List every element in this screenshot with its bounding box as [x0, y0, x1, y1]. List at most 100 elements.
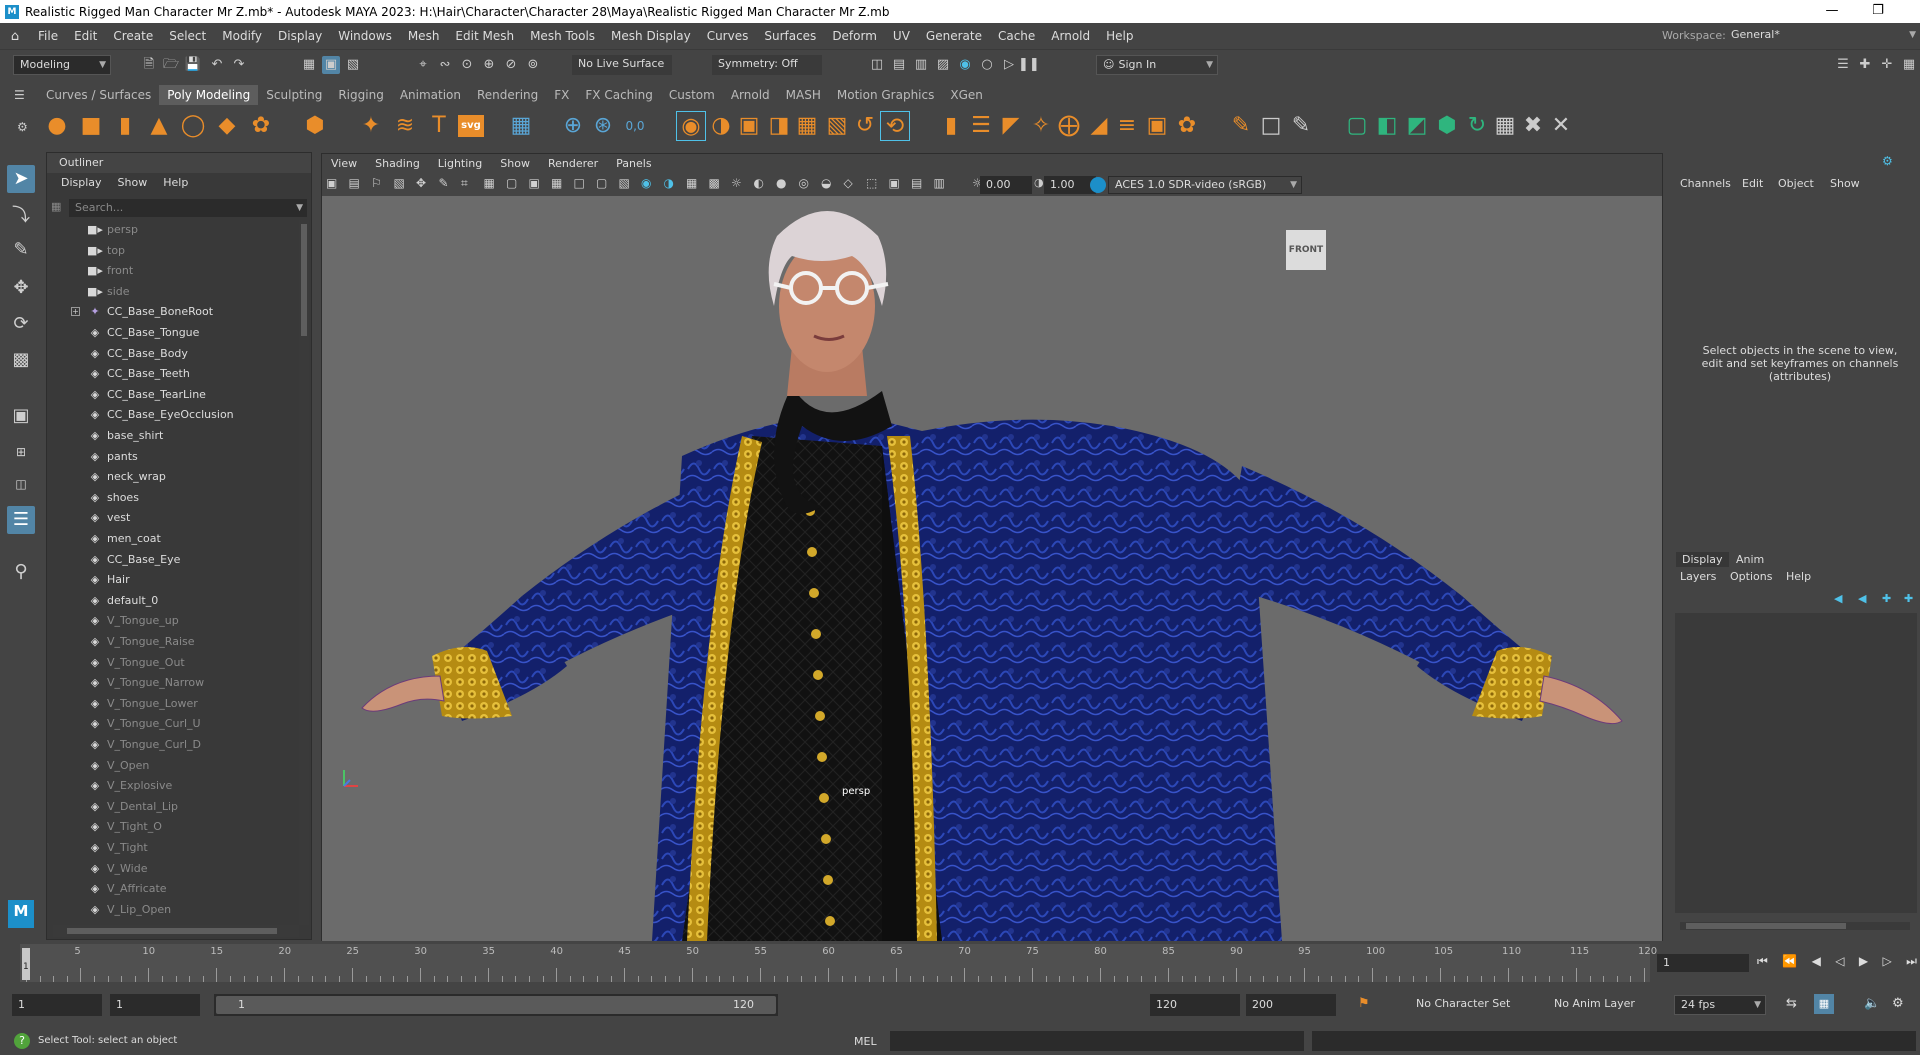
menu-mesh-display[interactable]: Mesh Display [603, 29, 699, 43]
checker-icon[interactable]: ▦ [1490, 111, 1520, 141]
animation-start-field[interactable]: 1 [12, 994, 102, 1016]
scroll-thumb[interactable] [67, 928, 277, 934]
mirror-icon[interactable]: ▦ [792, 111, 822, 141]
color-management-icon[interactable] [1090, 177, 1106, 193]
uv-snapshot-icon[interactable]: ⊛ [588, 111, 618, 141]
play-forwards-icon[interactable]: ▶ [1859, 954, 1868, 972]
smooth-shade-icon[interactable]: ◉ [641, 176, 651, 190]
attribute-editor-icon[interactable]: ✚ [1856, 56, 1874, 74]
boolean-icon[interactable]: ▧ [822, 111, 852, 141]
animation-end-field[interactable]: 200 [1246, 994, 1336, 1016]
script-language-toggle[interactable]: MEL [854, 1035, 877, 1048]
outliner-item[interactable]: ◈ V_Tongue_Out [47, 653, 299, 673]
offset-edge-loop-icon[interactable]: ▣ [1142, 111, 1172, 141]
svg-icon[interactable]: svg [458, 115, 484, 137]
menu-help[interactable]: Help [1098, 29, 1141, 43]
layer-hscrollbar[interactable] [1680, 922, 1910, 930]
poly-cylinder-icon[interactable]: ▮ [110, 111, 140, 141]
wireframe-on-shaded-icon[interactable]: ▦ [686, 176, 697, 190]
shelf-settings-icon[interactable]: ⚙ [17, 120, 28, 134]
paint-select-tool-icon[interactable]: ✎ [7, 236, 35, 264]
xray-icon[interactable]: ▣ [889, 176, 900, 190]
outliner-item[interactable]: ◈ default_0 [47, 591, 299, 611]
outliner-menu-help[interactable]: Help [155, 173, 196, 193]
lasso-tool-icon[interactable]: ⤵ [7, 202, 35, 230]
render-history-icon[interactable]: ◫ [868, 56, 886, 74]
expand-icon[interactable]: + [71, 307, 80, 317]
outliner-item[interactable]: ◈ V_Lip_Open [47, 900, 299, 920]
shelf-tab-rendering[interactable]: Rendering [469, 85, 546, 105]
outliner-item[interactable]: ■▸ top [47, 241, 299, 261]
menuset-dropdown[interactable]: Modeling ▼ [13, 55, 111, 75]
home-icon[interactable]: ⌂ [0, 29, 30, 44]
layer-menu-options[interactable]: Options [1730, 570, 1772, 583]
default-material-icon[interactable]: ◑ [664, 176, 674, 190]
harden-edge-icon[interactable]: ◧ [1372, 111, 1402, 141]
outliner-item[interactable]: + ✦ CC_Base_BoneRoot [47, 302, 299, 322]
menu-mesh-tools[interactable]: Mesh Tools [522, 29, 603, 43]
isolate-select-icon[interactable]: ⬚ [866, 176, 877, 190]
search-icon[interactable]: ⚲ [7, 558, 35, 586]
symmetry-dropdown[interactable]: Symmetry: Off [712, 55, 822, 75]
multi-cut-icon[interactable]: ◢ [1084, 111, 1114, 141]
outliner-item[interactable]: ◈ V_Tongue_Narrow [47, 673, 299, 693]
hypershade-icon[interactable]: ◉ [956, 56, 974, 74]
move-tool-icon[interactable]: ✥ [7, 274, 35, 302]
film-gate-icon[interactable]: ▦ [484, 176, 495, 190]
outliner-item[interactable]: ◈ V_Tight [47, 838, 299, 858]
two-view-layout-icon[interactable]: ◫ [7, 470, 35, 498]
minimize-button[interactable]: — [1812, 0, 1852, 23]
menu-create[interactable]: Create [105, 29, 161, 43]
poly-disc-icon[interactable]: ✿ [246, 111, 276, 141]
platonic-solid-icon[interactable]: ⬢ [300, 111, 330, 141]
scroll-thumb[interactable] [1686, 923, 1846, 929]
shelf-tab-sculpting[interactable]: Sculpting [258, 85, 330, 105]
camera-attributes-icon[interactable]: ▤ [349, 176, 360, 190]
reverse-normals-icon[interactable]: ◩ [1402, 111, 1432, 141]
conform-icon[interactable]: ⬢ [1432, 111, 1462, 141]
current-frame-field[interactable]: 1 [1657, 954, 1749, 972]
redo-icon[interactable]: ↷ [230, 56, 248, 74]
outliner-item[interactable]: ◈ V_Tongue_Curl_U [47, 714, 299, 734]
outliner-hscrollbar[interactable] [53, 925, 299, 937]
outliner-item[interactable]: ■▸ side [47, 282, 299, 302]
menu-cache[interactable]: Cache [990, 29, 1043, 43]
menu-edit[interactable]: Edit [66, 29, 105, 43]
playback-end-field[interactable]: 120 [1150, 994, 1240, 1016]
circularize-icon[interactable]: ✿ [1172, 111, 1202, 141]
ambient-occlusion-icon[interactable]: ● [776, 176, 786, 190]
modeling-toolkit-icon[interactable]: ☰ [1834, 56, 1852, 74]
snap-grid-icon[interactable]: ⌖ [414, 56, 432, 74]
four-view-layout-icon[interactable]: ⊞ [7, 438, 35, 466]
transfer-attributes-icon[interactable]: ↻ [1462, 111, 1492, 141]
new-layer-selected-icon[interactable]: ✚ [1904, 592, 1913, 605]
menu-arnold[interactable]: Arnold [1043, 29, 1098, 43]
playback-start-field[interactable]: 1 [110, 994, 200, 1016]
channel-menu-edit[interactable]: Edit [1742, 177, 1763, 190]
menu-select[interactable]: Select [161, 29, 214, 43]
render-frame-icon[interactable]: ▤ [890, 56, 908, 74]
menu-curves[interactable]: Curves [699, 29, 757, 43]
viewport-menu-shading[interactable]: Shading [366, 154, 429, 174]
outliner-item[interactable]: ◈ CC_Base_Body [47, 344, 299, 364]
workspace-dropdown[interactable]: General* ▼ [1725, 26, 1920, 46]
new-scene-icon[interactable]: 🗎 [140, 56, 158, 74]
poly-sphere-icon[interactable]: ● [42, 111, 72, 141]
outliner-item[interactable]: ◈ base_shirt [47, 426, 299, 446]
bookmark-icon[interactable]: ⚐ [371, 176, 382, 190]
scale-tool-icon[interactable]: ▩ [7, 346, 35, 374]
reduce-icon[interactable]: ↺ [850, 111, 880, 141]
viewport-menu-renderer[interactable]: Renderer [539, 154, 607, 174]
step-back-frame-icon[interactable]: ◀ [1812, 954, 1821, 972]
audio-icon[interactable]: 🔈 [1864, 996, 1880, 1011]
super-shape-icon[interactable]: ✦ [356, 111, 386, 141]
shelf-tab-custom[interactable]: Custom [661, 85, 723, 105]
outliner-item[interactable]: ◈ CC_Base_EyeOcclusion [47, 405, 299, 425]
combine-icon[interactable]: ◉ [676, 111, 706, 141]
sweep-mesh-icon[interactable]: ≋ [390, 111, 420, 141]
loop-icon[interactable]: ⇆ [1786, 996, 1797, 1011]
textured-icon[interactable]: ▩ [709, 176, 720, 190]
snap-view-icon[interactable]: ⊕ [480, 56, 498, 74]
select-camera-icon[interactable]: ▣ [326, 176, 337, 190]
tool-settings-icon[interactable]: ✛ [1878, 56, 1896, 74]
